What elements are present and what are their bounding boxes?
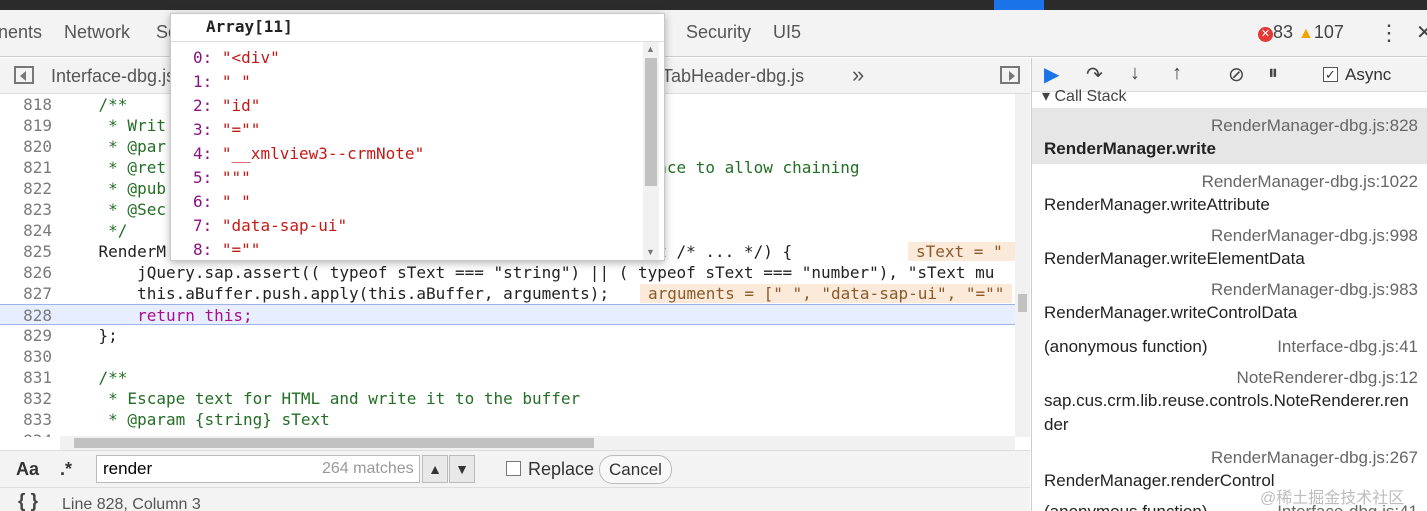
value-popover[interactable]: Array[11] 0: "<div" 1: " " 2: "id" 3: "=… bbox=[170, 13, 665, 261]
array-item: 4: "__xmlview3--crmNote" bbox=[193, 144, 425, 163]
async-checkbox[interactable]: ✓ bbox=[1323, 67, 1338, 82]
warning-count: 107 bbox=[1313, 22, 1344, 42]
array-item: 8: "="" bbox=[193, 240, 261, 259]
code-line: 832 * Escape text for HTML and write it … bbox=[23, 389, 581, 408]
array-item: 6: " " bbox=[193, 192, 251, 211]
error-count: 83 bbox=[1273, 22, 1294, 42]
inline-value: arguments = [" ", "data-sap-ui", "="" bbox=[640, 284, 1013, 303]
search-bar: Aa .* 264 matches ▲ ▼ Replace Cancel bbox=[0, 450, 1030, 487]
accent-strip bbox=[994, 0, 1044, 10]
code-line: 826 jQuery.sap.assert(( typeof sText ===… bbox=[23, 263, 995, 282]
code-line: 830 bbox=[23, 347, 52, 366]
tab-security[interactable]: Security bbox=[686, 22, 751, 43]
step-out-icon[interactable]: ↑ bbox=[1172, 62, 1182, 85]
array-item: 3: "="" bbox=[193, 120, 261, 139]
step-over-icon[interactable]: ↷ bbox=[1086, 62, 1103, 87]
issue-badges[interactable]: ✕ 83 ▲107 bbox=[1258, 22, 1344, 43]
code-line: 827 this.aBuffer.push.apply(this.aBuffer… bbox=[0, 283, 1015, 304]
call-frame[interactable]: RenderManager-dbg.js:828 RenderManager.wr… bbox=[1032, 108, 1427, 164]
watermark: @稀土掘金技术社区 bbox=[1260, 490, 1405, 507]
status-bar: { } Line 828, Column 3 bbox=[0, 487, 1030, 511]
deactivate-breakpoints-icon[interactable]: ⊘ bbox=[1228, 62, 1245, 87]
cursor-position: Line 828, Column 3 bbox=[62, 496, 201, 511]
code-line: 831 /** bbox=[23, 368, 128, 387]
call-frame[interactable]: RenderManager-dbg.js:998 RenderManager.wr… bbox=[1032, 220, 1427, 274]
array-item: 1: " " bbox=[193, 72, 251, 91]
call-stack-title[interactable]: ▾ Call Stack bbox=[1042, 86, 1127, 106]
array-item: 2: "id" bbox=[193, 96, 261, 115]
tab-ui5[interactable]: UI5 bbox=[773, 22, 801, 43]
editor-horizontal-scrollbar[interactable] bbox=[60, 436, 1015, 450]
window-top-strip bbox=[0, 0, 1427, 10]
array-item: 7: "data-sap-ui" bbox=[193, 216, 348, 235]
file-tab-tabheader[interactable]: nTabHeader-dbg.js bbox=[652, 66, 804, 87]
error-icon: ✕ bbox=[1258, 27, 1273, 42]
match-case-toggle[interactable]: Aa bbox=[16, 459, 39, 480]
tab-elements[interactable]: nents bbox=[0, 22, 42, 43]
code-line: 829 }; bbox=[23, 326, 118, 345]
scrollbar-thumb[interactable] bbox=[74, 438, 594, 448]
more-options-icon[interactable]: ⋮ bbox=[1378, 20, 1400, 46]
chevron-up-icon: ▲ bbox=[428, 461, 442, 477]
scroll-down-icon[interactable]: ▼ bbox=[646, 247, 655, 257]
toggle-navigator-icon[interactable] bbox=[14, 66, 34, 84]
file-tab-interface[interactable]: Interface-dbg.js bbox=[51, 66, 175, 87]
cancel-button[interactable]: Cancel bbox=[599, 455, 672, 484]
array-item: 5: """ bbox=[193, 168, 251, 187]
call-frame[interactable]: Interface-dbg.js:41(anonymous function) bbox=[1032, 330, 1427, 362]
execution-line: 828 return this; bbox=[0, 304, 1015, 325]
editor-vertical-scrollbar[interactable] bbox=[1015, 94, 1030, 437]
toggle-debugger-icon[interactable] bbox=[1000, 66, 1020, 84]
call-frame[interactable]: RenderManager-dbg.js:983 RenderManager.wr… bbox=[1032, 274, 1427, 330]
debugger-sidebar: ▶ ↷ ↓ ↑ ⊘ ⏸ ✓ Async ▾ Call Stack RenderM… bbox=[1031, 58, 1427, 511]
code-line: 833 * @param {string} sText bbox=[23, 410, 330, 429]
close-icon[interactable]: ✕ bbox=[1416, 20, 1427, 45]
warning-icon: ▲ bbox=[1298, 25, 1314, 42]
scrollbar-thumb[interactable] bbox=[1018, 294, 1027, 312]
inline-value: sText = " bbox=[908, 242, 1021, 261]
popover-scrollbar[interactable]: ▲ ▼ bbox=[643, 42, 659, 260]
pretty-print-icon[interactable]: { } bbox=[18, 491, 38, 511]
array-item: 0: "<div" bbox=[193, 48, 280, 67]
regex-toggle[interactable]: .* bbox=[60, 459, 72, 480]
call-frame[interactable]: NoteRenderer-dbg.js:12 sap.cus.crm.lib.re… bbox=[1032, 362, 1427, 442]
next-match-button[interactable]: ▼ bbox=[449, 455, 475, 483]
scrollbar-thumb[interactable] bbox=[645, 58, 657, 186]
popover-title: Array[11] bbox=[171, 14, 664, 42]
tab-network[interactable]: Network bbox=[64, 22, 130, 43]
step-into-icon[interactable]: ↓ bbox=[1130, 62, 1140, 85]
more-tabs-icon[interactable]: » bbox=[852, 62, 864, 88]
previous-match-button[interactable]: ▲ bbox=[422, 455, 448, 483]
resume-icon[interactable]: ▶ bbox=[1044, 62, 1059, 87]
replace-label: Replace bbox=[528, 459, 595, 479]
pause-on-exceptions-icon[interactable]: ⏸ bbox=[1268, 62, 1278, 85]
async-label: Async bbox=[1345, 65, 1392, 84]
match-count: 264 matches bbox=[322, 460, 414, 477]
replace-checkbox[interactable] bbox=[506, 461, 521, 476]
scroll-up-icon[interactable]: ▲ bbox=[646, 44, 655, 54]
chevron-down-icon: ▼ bbox=[455, 461, 469, 477]
call-frame[interactable]: RenderManager-dbg.js:1022 RenderManager.w… bbox=[1032, 164, 1427, 220]
